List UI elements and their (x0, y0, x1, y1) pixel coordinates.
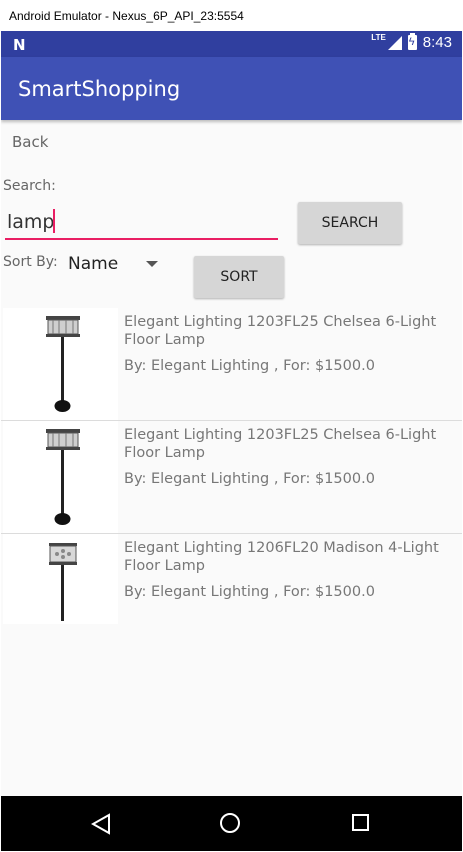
window-title: Android Emulator - Nexus_6P_API_23:5554 (0, 0, 463, 31)
item-title: Elegant Lighting 1203FL25 Chelsea 6-Ligh… (124, 314, 437, 348)
square-recents-icon[interactable] (352, 814, 369, 831)
circle-home-icon[interactable] (220, 813, 240, 833)
app-title: SmartShopping (18, 77, 181, 101)
item-title: Elegant Lighting 1203FL25 Chelsea 6-Ligh… (124, 427, 437, 461)
results-list: Elegant Lighting 1203FL25 Chelsea 6-Ligh… (1, 308, 462, 624)
status-bar: N LTE ϟ 8:43 (1, 31, 462, 57)
item-subtitle: By: Elegant Lighting , For: $1500.0 (124, 584, 375, 600)
lamp-image (3, 421, 118, 533)
sort-button[interactable]: SORT (194, 256, 284, 298)
item-subtitle: By: Elegant Lighting , For: $1500.0 (124, 358, 375, 374)
status-time: 8:43 (422, 34, 452, 51)
back-button[interactable]: Back (12, 133, 48, 151)
sort-by-label: Sort By: (3, 254, 58, 270)
item-title: Elegant Lighting 1206FL20 Madison 4-Ligh… (124, 540, 439, 574)
lte-label: LTE (371, 33, 386, 42)
app-bar: SmartShopping (1, 57, 462, 120)
dropdown-caret-icon[interactable] (146, 261, 158, 267)
search-button[interactable]: SEARCH (298, 202, 402, 244)
device-screen: N LTE ϟ 8:43 SmartShopping Back Search: … (1, 31, 462, 851)
list-item[interactable]: Elegant Lighting 1203FL25 Chelsea 6-Ligh… (1, 421, 462, 534)
battery-icon: ϟ (407, 33, 417, 50)
text-cursor (53, 209, 55, 233)
list-item[interactable]: Elegant Lighting 1203FL25 Chelsea 6-Ligh… (1, 308, 462, 421)
android-n-icon: N (13, 36, 26, 54)
lamp-image (3, 534, 118, 624)
list-item[interactable]: Elegant Lighting 1206FL20 Madison 4-Ligh… (1, 534, 462, 624)
signal-icon (387, 35, 402, 50)
search-label: Search: (3, 178, 56, 194)
status-indicators: LTE ϟ 8:43 (371, 33, 452, 51)
search-input[interactable] (5, 206, 278, 240)
lamp-image (3, 308, 118, 420)
system-nav-bar (1, 796, 462, 851)
triangle-back-icon[interactable] (91, 813, 111, 835)
item-subtitle: By: Elegant Lighting , For: $1500.0 (124, 471, 375, 487)
